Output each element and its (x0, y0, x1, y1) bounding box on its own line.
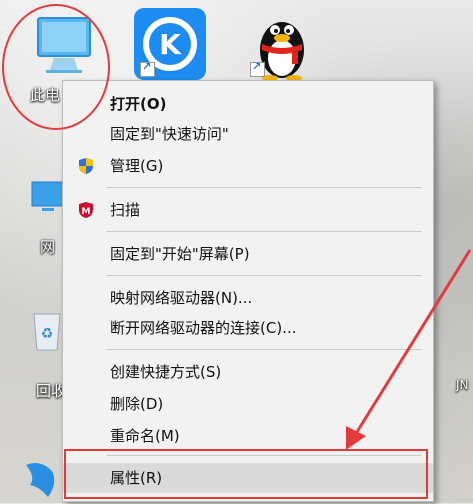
menu-item-create-shortcut[interactable]: 创建快捷方式(S) (63, 357, 433, 387)
menu-item-pin-quick-access[interactable]: 固定到"快速访问" (63, 119, 433, 149)
menu-item-label: 固定到"开始"屏幕(P) (110, 245, 250, 263)
uac-shield-icon (79, 158, 93, 174)
menu-separator (107, 231, 421, 232)
menu-separator (107, 275, 421, 276)
menu-item-label: 映射网络驱动器(N)... (110, 289, 253, 307)
trash-icon: ♻ (33, 313, 61, 351)
svg-text:♻: ♻ (41, 326, 54, 342)
menu-item-scan[interactable]: M 扫描 (63, 195, 433, 225)
right-edge-label: JN (456, 378, 469, 392)
menu-item-delete[interactable]: 删除(D) (63, 389, 433, 419)
shortcut-arrow-icon (140, 60, 155, 77)
bird-app-icon[interactable] (22, 455, 62, 500)
context-menu: 打开(O) 固定到"快速访问" 管理(G) M 扫描 固定到"开始"屏幕(P) … (62, 80, 434, 502)
menu-item-label: 创建快捷方式(S) (110, 363, 222, 381)
recycle-bin-icon[interactable]: ♻ (30, 308, 64, 352)
mcafee-shield-icon: M (79, 202, 93, 218)
network-icon[interactable] (26, 178, 66, 218)
annotation-highlight-box (64, 449, 428, 499)
svg-text:M: M (82, 207, 91, 217)
svg-text:K: K (159, 28, 182, 61)
annotation-circle (2, 4, 110, 130)
menu-separator (107, 187, 421, 188)
menu-item-label: 管理(G) (110, 157, 164, 175)
menu-item-manage[interactable]: 管理(G) (63, 151, 433, 181)
menu-item-disconnect-network-drive[interactable]: 断开网络驱动器的连接(C)... (63, 313, 433, 343)
bird-icon (26, 463, 55, 497)
menu-item-label: 重命名(M) (110, 427, 180, 445)
menu-item-label: 扫描 (110, 201, 141, 219)
menu-item-open[interactable]: 打开(O) (63, 89, 433, 119)
menu-item-map-network-drive[interactable]: 映射网络驱动器(N)... (63, 283, 433, 313)
menu-separator (107, 349, 421, 350)
network-label: 网 (40, 238, 56, 256)
shortcut-arrow-icon (250, 60, 265, 77)
menu-item-pin-start[interactable]: 固定到"开始"屏幕(P) (63, 239, 433, 269)
menu-item-label: 固定到"快速访问" (110, 125, 229, 143)
menu-item-label: 断开网络驱动器的连接(C)... (110, 319, 297, 337)
menu-item-label: 打开(O) (110, 95, 167, 113)
network-monitor-icon (31, 181, 65, 211)
menu-item-label: 删除(D) (110, 395, 164, 413)
menu-item-rename[interactable]: 重命名(M) (63, 421, 433, 451)
